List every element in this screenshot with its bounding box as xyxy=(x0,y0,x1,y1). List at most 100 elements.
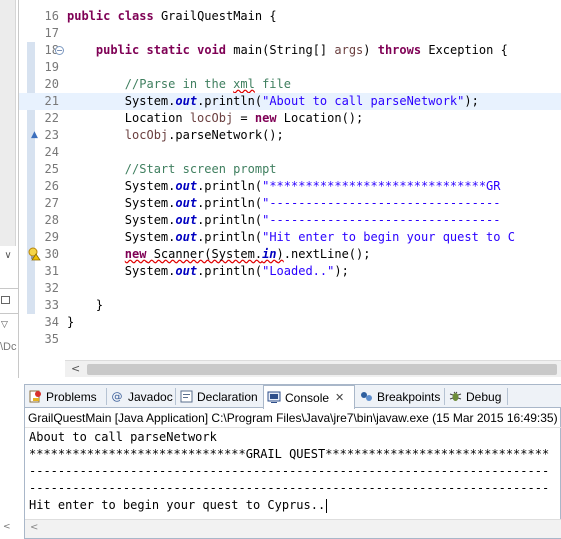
code-line[interactable]: 35 xyxy=(19,331,561,348)
fold-toggle-icon[interactable]: − xyxy=(55,46,64,55)
code-token: args xyxy=(334,43,364,57)
scroll-left-arrow-icon[interactable]: < xyxy=(30,522,38,533)
code-text[interactable]: //Parse in the xml file xyxy=(67,76,291,93)
line-number: 24 xyxy=(44,145,59,159)
code-token: xml xyxy=(233,77,255,91)
tab-console[interactable]: Console ✕ xyxy=(263,385,355,409)
tab-debug[interactable]: Debug xyxy=(445,385,507,408)
code-token: Location xyxy=(67,111,190,125)
code-token: in xyxy=(262,247,277,261)
code-text[interactable]: System.out.println("--------------------… xyxy=(67,195,501,212)
code-text[interactable]: public static void main(String[] args) t… xyxy=(67,42,508,59)
code-token: out xyxy=(175,213,198,227)
code-line[interactable]: 24 xyxy=(19,144,561,161)
code-line[interactable]: 31 System.out.println("Loaded.."); xyxy=(19,263,561,280)
scroll-left-arrow-icon[interactable]: < xyxy=(3,522,11,532)
line-number: 22 xyxy=(44,111,59,125)
console-output-line: ----------------------------------------… xyxy=(29,481,550,495)
code-line[interactable]: 27 System.out.println("-----------------… xyxy=(19,195,561,212)
code-text[interactable]: //Start screen prompt xyxy=(67,161,277,178)
code-line[interactable]: 25 //Start screen prompt xyxy=(19,161,561,178)
truncated-path-label: \Dc xyxy=(0,341,17,353)
code-line[interactable]: 33 } xyxy=(19,297,561,314)
tab-javadoc[interactable]: @ Javadoc xyxy=(107,385,175,408)
code-text[interactable]: locObj.parseNetwork(); xyxy=(67,127,284,144)
console-output-line: About to call parseNetwork xyxy=(29,430,217,444)
scroll-left-arrow-icon[interactable]: < xyxy=(71,362,80,375)
code-token: //Parse in the xyxy=(124,77,234,91)
code-token: locObj xyxy=(124,128,169,142)
code-text[interactable]: System.out.println("Loaded.."); xyxy=(67,263,349,280)
code-text[interactable]: public class GrailQuestMain { xyxy=(67,8,277,25)
line-number: 21 xyxy=(44,94,59,108)
code-text[interactable]: } xyxy=(67,314,74,331)
override-indicator-icon[interactable]: ▲ xyxy=(31,130,38,140)
warning-lightbulb-icon[interactable] xyxy=(27,247,41,261)
bottom-views-panel: Problems @ Javadoc Declaration Console ✕… xyxy=(24,384,561,539)
code-token: out xyxy=(175,196,198,210)
code-token: "About to call parseNetwork" xyxy=(262,94,465,108)
code-text[interactable]: System.out.println("********************… xyxy=(67,178,501,195)
editor-horizontal-scrollbar[interactable]: < xyxy=(65,360,561,377)
code-token: throws xyxy=(377,43,422,57)
code-line[interactable]: 34} xyxy=(19,314,561,331)
code-token: ) xyxy=(363,43,378,57)
line-number: 28 xyxy=(44,213,59,227)
code-line[interactable]: 28 System.out.println("-----------------… xyxy=(19,212,561,229)
console-input-line[interactable]: Hit enter to begin your quest to Cyprus.… xyxy=(29,497,561,514)
close-icon[interactable]: ✕ xyxy=(335,391,344,404)
tab-label: Console xyxy=(285,390,330,405)
code-token: out xyxy=(175,179,198,193)
code-token: = xyxy=(233,111,255,125)
line-number: 19 xyxy=(44,60,59,74)
code-line[interactable]: 26 System.out.println("*****************… xyxy=(19,178,561,195)
code-token: } xyxy=(67,315,75,329)
tab-label: Breakpoints xyxy=(377,389,441,404)
tab-separator xyxy=(507,388,508,405)
code-line[interactable]: 21 System.out.println("About to call par… xyxy=(19,93,561,110)
code-line[interactable]: 22 Location locObj = new Location(); xyxy=(19,110,561,127)
scroll-down-arrow-icon[interactable]: ∨ xyxy=(0,250,16,264)
code-line[interactable]: 19 xyxy=(19,59,561,76)
code-line[interactable]: 32 xyxy=(19,280,561,297)
code-text[interactable]: System.out.println("Hit enter to begin y… xyxy=(67,229,515,246)
code-text[interactable]: System.out.println("--------------------… xyxy=(67,212,501,229)
code-token: out xyxy=(175,230,198,244)
java-editor[interactable]: 16 public class GrailQuestMain {17 18 publ… xyxy=(18,0,561,378)
code-text[interactable]: System.out.println("About to call parseN… xyxy=(67,93,479,110)
console-output-line: ----------------------------------------… xyxy=(29,464,550,478)
tab-problems[interactable]: Problems xyxy=(25,385,106,408)
code-token: Location(); xyxy=(276,111,364,125)
code-token: .println( xyxy=(197,179,263,193)
code-token: System. xyxy=(67,196,176,210)
code-token: .println( xyxy=(197,213,263,227)
code-line[interactable]: 30 new Scanner(System.in).nextLine(); xyxy=(19,246,561,263)
code-token: .parseNetwork(); xyxy=(168,128,284,142)
code-text[interactable]: Location locObj = new Location(); xyxy=(67,110,363,127)
problems-icon xyxy=(28,390,42,404)
breakpoints-icon xyxy=(359,390,373,404)
tab-declaration[interactable]: Declaration xyxy=(176,385,263,408)
code-token: .println( xyxy=(197,230,263,244)
scrollbar-thumb[interactable] xyxy=(87,364,557,375)
code-line[interactable]: 29 System.out.println("Hit enter to begi… xyxy=(19,229,561,246)
code-token: .println( xyxy=(197,94,263,108)
console-horizontal-scrollbar[interactable]: < xyxy=(25,519,561,538)
code-line[interactable]: 20 //Parse in the xml file xyxy=(19,76,561,93)
code-text[interactable]: new Scanner(System.in).nextLine(); xyxy=(67,246,371,263)
left-divider xyxy=(0,288,18,289)
code-line[interactable]: 17 xyxy=(19,25,561,42)
code-text[interactable]: } xyxy=(67,297,103,314)
left-vertical-scrollbar[interactable] xyxy=(0,0,16,246)
code-line[interactable]: 16 public class GrailQuestMain { xyxy=(19,8,561,25)
code-line[interactable]: 18 public static void main(String[] args… xyxy=(19,42,561,59)
tab-breakpoints[interactable]: Breakpoints xyxy=(356,385,443,408)
minimize-view-icon[interactable] xyxy=(1,296,10,304)
code-line[interactable]: 23 locObj.parseNetwork(); ▲ xyxy=(19,127,561,144)
launch-description: GrailQuestMain [Java Application] C:\Pro… xyxy=(25,408,561,428)
view-menu-icon[interactable]: ▽ xyxy=(1,320,8,330)
text-caret xyxy=(326,498,328,513)
